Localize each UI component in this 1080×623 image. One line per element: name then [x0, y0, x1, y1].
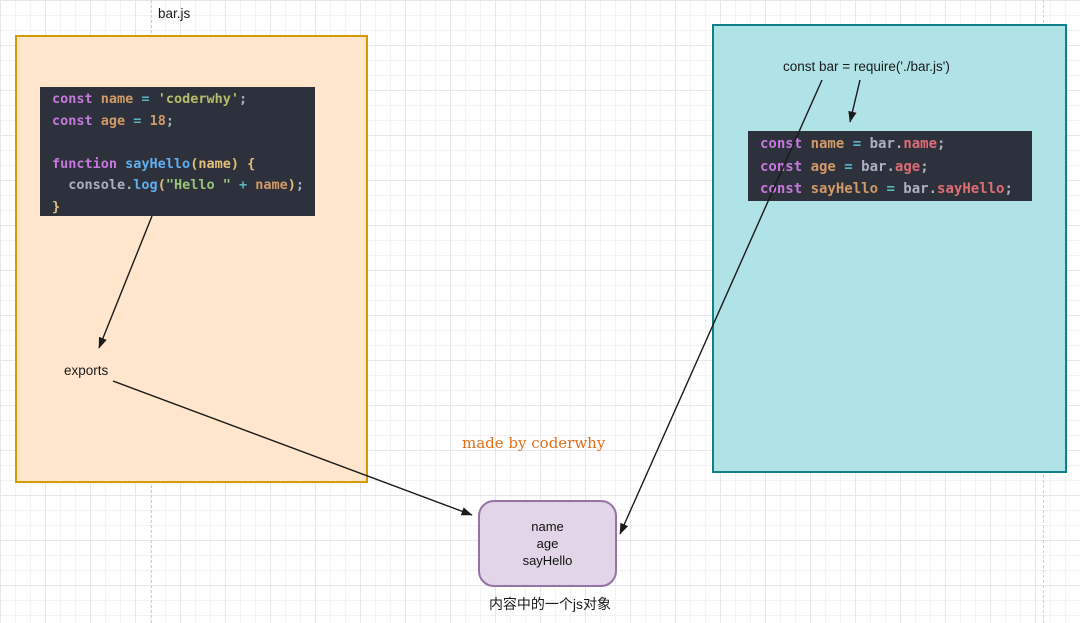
- exports-object-box: name age sayHello: [478, 500, 617, 587]
- object-caption-label: 内容中的一个js对象: [488, 596, 612, 612]
- object-property-sayhello: sayHello: [522, 553, 573, 568]
- diagram-canvas: const name = 'coderwhy'; const age = 18; …: [0, 0, 1080, 623]
- file-title-label: bar.js: [158, 6, 191, 21]
- bar-js-code-block: const name = 'coderwhy'; const age = 18; …: [40, 87, 315, 216]
- object-property-age: age: [536, 536, 559, 551]
- watermark-text: made by coderwhy: [462, 434, 606, 452]
- main-module-box: [712, 24, 1067, 473]
- main-js-code-block: const name = bar.name; const age = bar.ag…: [748, 131, 1032, 201]
- require-statement-label: const bar = require('./bar.js'): [783, 59, 950, 74]
- exports-label: exports: [64, 363, 109, 378]
- object-property-name: name: [531, 519, 564, 534]
